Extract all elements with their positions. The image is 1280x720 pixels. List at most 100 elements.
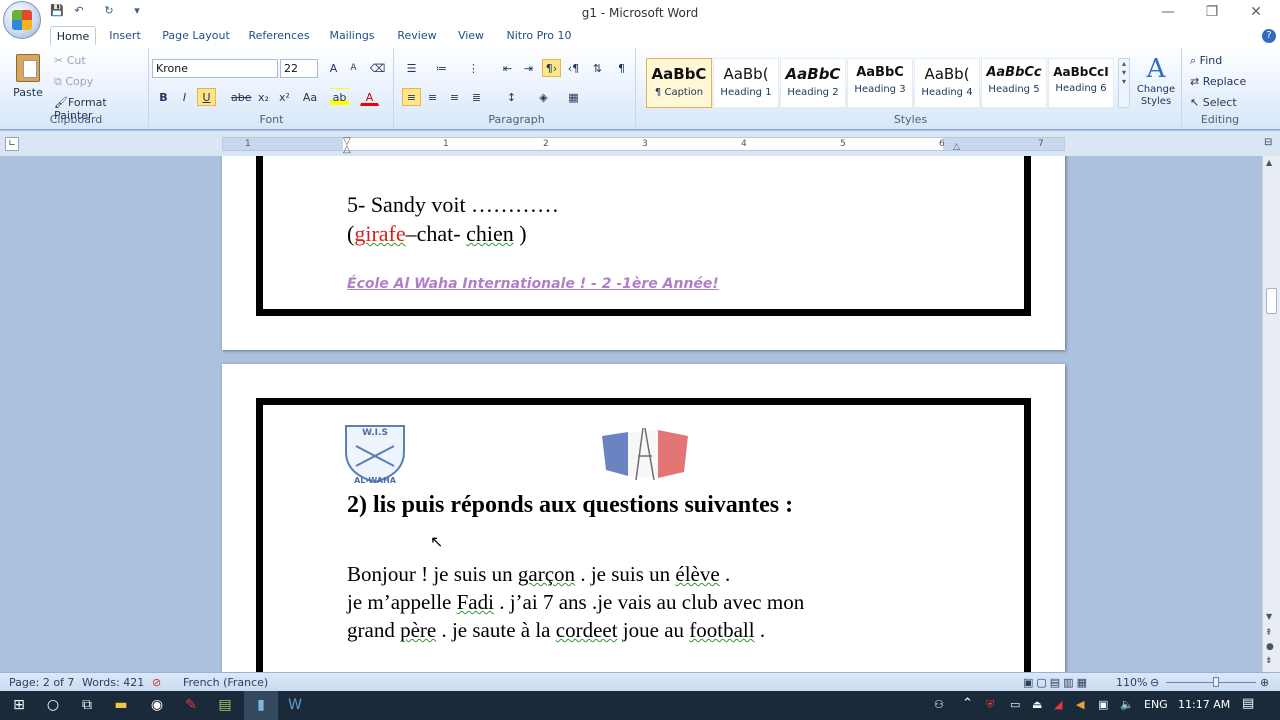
borders-icon[interactable]: ▦ <box>564 88 583 106</box>
zoom-slider[interactable] <box>1166 682 1256 683</box>
align-left-icon[interactable]: ≡ <box>402 88 421 106</box>
volume-icon[interactable]: 🔈 <box>1120 698 1134 711</box>
notifications-icon[interactable]: ▤ <box>1242 696 1254 711</box>
view-ruler-icon[interactable]: ⊟ <box>1264 137 1276 151</box>
ltr-direction-icon[interactable]: ¶› <box>542 59 561 77</box>
style-heading-5[interactable]: AaBbCc Heading 5 <box>981 58 1047 108</box>
minimize-button[interactable]: — <box>1146 0 1190 26</box>
previous-page-icon[interactable]: ⇞ <box>1265 628 1273 638</box>
pdf-app-icon[interactable]: ✎ <box>174 691 208 720</box>
style-heading-2[interactable]: AaBbC Heading 2 <box>780 58 846 108</box>
styles-scroll-icon[interactable]: ▴ ▾ ▾ <box>1118 58 1130 108</box>
tab-nitro-pro[interactable]: Nitro Pro 10 <box>502 26 576 46</box>
scroll-down-icon[interactable]: ▼ <box>1266 612 1272 621</box>
justify-icon[interactable]: ≣ <box>467 88 486 106</box>
file-explorer-icon[interactable]: ▬ <box>104 691 138 720</box>
tab-selector-icon[interactable]: ∟ <box>5 137 19 151</box>
battery-icon[interactable]: ▭ <box>1010 698 1020 711</box>
style-caption[interactable]: AaBbC ¶ Caption <box>646 58 712 108</box>
decrease-indent-icon[interactable]: ⇤ <box>498 59 517 77</box>
select-button[interactable]: ↖ Select <box>1190 96 1237 109</box>
windows-start-icon[interactable]: ⊞ <box>2 691 36 720</box>
grow-font-button[interactable]: A <box>324 59 343 77</box>
recorder-app-icon[interactable]: ▮ <box>244 691 278 720</box>
tray-chevron-icon[interactable]: ⌃ <box>962 696 973 711</box>
paste-button[interactable]: Paste <box>10 52 46 102</box>
strikethrough-button[interactable]: abe <box>230 88 252 106</box>
zoom-level[interactable]: 110% <box>1116 676 1147 689</box>
align-right-icon[interactable]: ≡ <box>445 88 464 106</box>
bold-button[interactable]: B <box>154 88 173 106</box>
horizontal-ruler[interactable]: 1 1 2 3 4 5 6 7 ▽ △ △ <box>222 137 1065 155</box>
task-view-icon[interactable]: ⧉ <box>70 691 104 720</box>
tab-review[interactable]: Review <box>392 26 442 46</box>
tab-insert[interactable]: Insert <box>102 26 148 46</box>
italic-button[interactable]: I <box>175 88 194 106</box>
subscript-button[interactable]: x₂ <box>254 88 273 106</box>
bullets-icon[interactable]: ☰ <box>402 59 421 77</box>
vertical-scrollbar[interactable]: ▲ ▼ ⇞ ● ⇟ <box>1262 156 1280 672</box>
sort-icon[interactable]: ⇅ <box>588 59 607 77</box>
highlight-icon[interactable]: ab <box>330 88 349 106</box>
scroll-up-icon[interactable]: ▲ <box>1266 158 1272 167</box>
show-formatting-button[interactable]: ¶ <box>612 59 631 77</box>
font-color-icon[interactable]: A <box>360 88 379 106</box>
cut-button[interactable]: ✂ Cut <box>54 54 86 67</box>
tab-page-layout[interactable]: Page Layout <box>158 26 234 46</box>
change-case-button[interactable]: Aa <box>298 88 322 106</box>
superscript-button[interactable]: x² <box>275 88 294 106</box>
change-styles-button[interactable]: A Change Styles <box>1134 54 1178 114</box>
scroll-thumb[interactable] <box>1266 288 1277 314</box>
word-count[interactable]: Words: 421 <box>82 676 144 689</box>
multilevel-list-icon[interactable]: ⋮ <box>464 59 483 77</box>
office-button[interactable] <box>3 1 41 39</box>
tab-references[interactable]: References <box>244 26 314 46</box>
usb-icon[interactable]: ⏏ <box>1032 698 1042 711</box>
next-page-icon[interactable]: ⇟ <box>1265 656 1273 666</box>
increase-indent-icon[interactable]: ⇥ <box>519 59 538 77</box>
people-icon[interactable]: ⚇ <box>934 698 944 711</box>
select-browse-object-icon[interactable]: ● <box>1266 642 1274 652</box>
shading-icon[interactable]: ◈ <box>534 88 553 106</box>
antivirus-icon[interactable]: ⛨ <box>986 698 994 712</box>
font-size-select[interactable]: 22 <box>280 59 318 78</box>
language-indicator[interactable]: French (France) <box>183 676 268 689</box>
find-button[interactable]: ⌕ Find <box>1190 54 1222 68</box>
style-heading-6[interactable]: AaBbCcI Heading 6 <box>1048 58 1114 108</box>
view-buttons-icon[interactable]: ▣▢▤▥▦ <box>1023 676 1090 689</box>
zoom-slider-thumb[interactable] <box>1212 677 1219 687</box>
line-spacing-icon[interactable]: ↕ <box>502 88 521 106</box>
language-tray[interactable]: ENG <box>1144 698 1168 711</box>
clear-formatting-icon[interactable]: ⌫ <box>368 59 387 77</box>
shrink-font-button[interactable]: A <box>344 59 363 77</box>
zoom-in-icon[interactable]: ⊕ <box>1260 676 1269 689</box>
numbering-icon[interactable]: ≔ <box>432 59 451 77</box>
media-icon[interactable]: ◢ <box>1054 698 1062 711</box>
tab-view[interactable]: View <box>450 26 492 46</box>
style-heading-4[interactable]: AaBb( Heading 4 <box>914 58 980 108</box>
indent-marker-icon[interactable]: ▽ △ <box>343 137 351 155</box>
help-icon[interactable]: ? <box>1262 29 1276 43</box>
tab-home[interactable]: Home <box>50 26 96 46</box>
search-icon[interactable]: ○ <box>36 691 70 720</box>
maximize-button[interactable]: ❐ <box>1190 0 1234 26</box>
underline-button[interactable]: U <box>197 88 216 106</box>
notes-app-icon[interactable]: ▤ <box>208 691 242 720</box>
close-button[interactable]: ✕ <box>1234 0 1278 26</box>
style-heading-1[interactable]: AaBb( Heading 1 <box>713 58 779 108</box>
word-app-icon[interactable]: W <box>278 691 312 720</box>
chrome-icon[interactable]: ◉ <box>140 691 174 720</box>
zoom-out-icon[interactable]: ⊖ <box>1150 676 1159 689</box>
page-indicator[interactable]: Page: 2 of 7 <box>9 676 74 689</box>
clock[interactable]: 11:17 AM <box>1178 698 1230 711</box>
replace-button[interactable]: ⇄ Replace <box>1190 75 1246 88</box>
copy-button[interactable]: ⧉ Copy <box>54 75 93 89</box>
right-indent-marker-icon[interactable]: △ <box>953 142 960 152</box>
align-center-icon[interactable]: ≡ <box>423 88 442 106</box>
alert-icon[interactable]: ◀ <box>1076 698 1084 711</box>
proofing-icon[interactable]: ⊘ <box>152 676 161 689</box>
network-icon[interactable]: ▣ <box>1098 698 1108 711</box>
font-family-select[interactable]: Krone <box>152 59 278 78</box>
style-heading-3[interactable]: AaBbC Heading 3 <box>847 58 913 108</box>
tab-mailings[interactable]: Mailings <box>322 26 382 46</box>
